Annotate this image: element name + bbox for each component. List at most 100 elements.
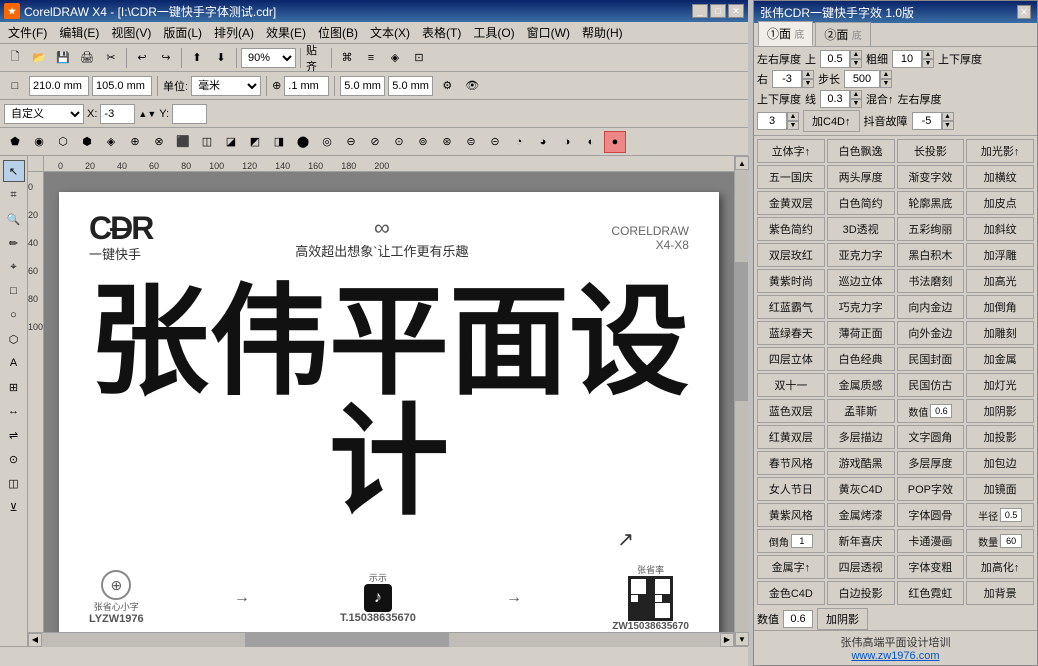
effect-btn-文字圆角[interactable]: 文字圆角 [897,425,965,449]
redo-button[interactable]: ↪ [155,47,177,69]
obj-tool-26[interactable]: ● [604,131,626,153]
obj-tool-2[interactable]: ◉ [28,131,50,153]
effect-btn-轮廓黑底[interactable]: 轮廓黑底 [897,191,965,215]
add-c4d-button[interactable]: 加C4D↑ [803,110,860,132]
menu-window[interactable]: 窗口(W) [521,22,576,43]
shake-spinbox[interactable]: ▲ ▼ [912,112,954,130]
shake-input[interactable] [912,112,942,130]
effect-btn-加高光[interactable]: 加高光 [966,269,1034,293]
polygon-tool[interactable]: ⬡ [3,328,25,350]
effect-btn-书法磨刻[interactable]: 书法磨刻 [897,269,965,293]
effect-btn-民国封面[interactable]: 民国封面 [897,347,965,371]
obj-tool-24[interactable]: ◑ [556,131,578,153]
shape-tool[interactable]: ⌗ [3,184,25,206]
main-spin-input[interactable] [757,112,787,130]
obj-tool-13[interactable]: ⬤ [292,131,314,153]
obj-tool-7[interactable]: ⊗ [148,131,170,153]
effect-btn-民国仿古[interactable]: 民国仿古 [897,373,965,397]
scroll-track-v[interactable] [735,170,748,632]
obj-tool-19[interactable]: ⊛ [436,131,458,153]
effect-btn-两头厚度[interactable]: 两头厚度 [827,165,895,189]
effect-btn-加高化↑[interactable]: 加高化↑ [966,555,1034,579]
zoom-tool[interactable]: 🔍 [3,208,25,230]
main-spinbox[interactable]: ▲ ▼ [757,112,799,130]
effect-btn-白色经典[interactable]: 白色经典 [827,347,895,371]
effect-btn-游戏酷黑[interactable]: 游戏酷黑 [827,451,895,475]
menu-file[interactable]: 文件(F) [2,22,53,43]
x-input[interactable] [100,104,135,124]
effect-btn-加包边[interactable]: 加包边 [966,451,1034,475]
export-button[interactable]: ⬇ [210,47,232,69]
scroll-up-btn[interactable]: ▲ [735,156,749,170]
obj-tool-23[interactable]: ◕ [532,131,554,153]
obj-tool-6[interactable]: ⊕ [124,131,146,153]
menu-text[interactable]: 文本(X) [364,22,416,43]
obj-tool-17[interactable]: ⊙ [388,131,410,153]
width-input[interactable] [29,76,89,96]
tb-icon-4[interactable]: ⊡ [408,47,430,69]
effect-btn-双十一[interactable]: 双十一 [757,373,825,397]
effect-btn-加倒角[interactable]: 加倒角 [966,295,1034,319]
effect-btn-字体圆骨[interactable]: 字体圆骨 [897,503,965,527]
spinbox-up-4[interactable]: ▲ [880,70,892,79]
spinbox-down-4[interactable]: ▼ [880,79,892,88]
menu-layout[interactable]: 版面(L) [157,22,208,43]
rect-tool[interactable]: □ [3,280,25,302]
smartdraw-tool[interactable]: ⌖ [3,256,25,278]
effect-btn-女人节日[interactable]: 女人节日 [757,477,825,501]
new-button[interactable]: 🗋 [4,47,26,69]
tb-icon-1[interactable]: ⌘ [336,47,358,69]
effect-btn-黄紫风格[interactable]: 黄紫风格 [757,503,825,527]
import-button[interactable]: ⬆ [186,47,208,69]
spinbox-up[interactable]: ▲ [850,50,862,59]
obj-tool-18[interactable]: ⊚ [412,131,434,153]
effect-btn-加镜面[interactable]: 加镜面 [966,477,1034,501]
connector-tool[interactable]: ⇌ [3,424,25,446]
effect-btn-金色C4D[interactable]: 金色C4D [757,581,825,605]
dimension-tool[interactable]: ↔ [3,400,25,422]
zoom-select[interactable]: 90% 100% [241,48,296,68]
scroll-left-btn[interactable]: ◀ [28,633,42,647]
effect-btn-字体变粗[interactable]: 字体变粗 [897,555,965,579]
effect-btn-加斜纹[interactable]: 加斜纹 [966,217,1034,241]
spinbox-down-7[interactable]: ▼ [942,121,954,130]
obj-tool-20[interactable]: ⊜ [460,131,482,153]
undo-button[interactable]: ↩ [131,47,153,69]
options-icon[interactable]: ⚙ [436,75,458,97]
effect-btn-长投影[interactable]: 长投影 [897,139,965,163]
effect-btn-五一国庆[interactable]: 五一国庆 [757,165,825,189]
effect-btn-加投影[interactable]: 加投影 [966,425,1034,449]
website-link[interactable]: www.zw1976.com [757,650,1034,662]
effect-btn-金属字↑[interactable]: 金属字↑ [757,555,825,579]
canvas[interactable]: CDR 一键快手 ∞ 高效超出想象`让工作更有乐趣 CORELDRAW [44,172,734,632]
effect-btn-卡通漫画[interactable]: 卡通漫画 [897,529,965,553]
effect-btn-POP字效[interactable]: POP字效 [897,477,965,501]
effect-btn-紫色简约[interactable]: 紫色简约 [757,217,825,241]
thin-thick-input[interactable] [892,50,922,68]
effect-btn-向外金边[interactable]: 向外金边 [897,321,965,345]
menu-tools[interactable]: 工具(O) [467,22,520,43]
tab-face-1[interactable]: ①面 底 [758,21,813,46]
tolerance-input[interactable] [284,76,329,96]
effect-btn-巧克力字[interactable]: 巧克力字 [827,295,895,319]
spinbox-up-2[interactable]: ▲ [922,50,934,59]
effect-btn-半径[interactable]: 半径 [966,503,1034,527]
effect-btn-加阴影[interactable]: 加阴影 [966,399,1034,423]
effect-btn-四层立体[interactable]: 四层立体 [757,347,825,371]
left-width-input[interactable] [820,50,850,68]
obj-tool-14[interactable]: ◎ [316,131,338,153]
effect-btn-金属质感[interactable]: 金属质感 [827,373,895,397]
left-width-spinbox[interactable]: ▲ ▼ [820,50,862,68]
effect-btn-加灯光[interactable]: 加灯光 [966,373,1034,397]
effect-btn-四层透视[interactable]: 四层透视 [827,555,895,579]
effect-btn-3D透视[interactable]: 3D透视 [827,217,895,241]
print-button[interactable]: 🖨 [76,47,98,69]
spinbox-down-2[interactable]: ▼ [922,59,934,68]
blend-tool[interactable]: ⊙ [3,448,25,470]
ellipse-tool[interactable]: ○ [3,304,25,326]
effect-btn-数量[interactable]: 数量 [966,529,1034,553]
obj-tool-8[interactable]: ⬛ [172,131,194,153]
effect-btn-金属烤漆[interactable]: 金属烤漆 [827,503,895,527]
obj-tool-12[interactable]: ◨ [268,131,290,153]
open-button[interactable]: 📂 [28,47,50,69]
